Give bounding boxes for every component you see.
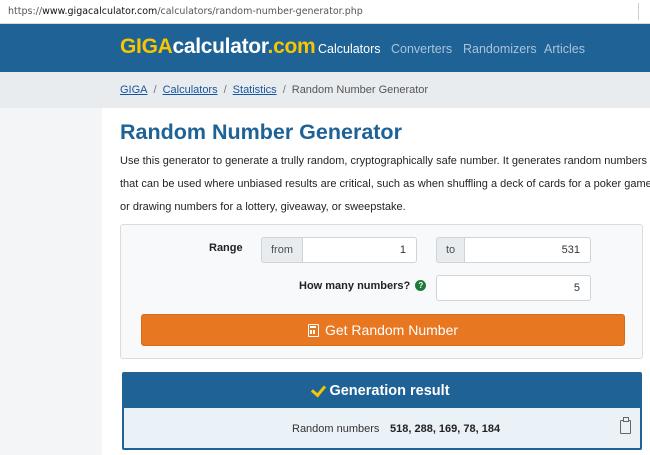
checkmark-icon [311, 381, 327, 397]
site-logo[interactable]: GIGAcalculator.com [120, 35, 316, 59]
question-circle-icon[interactable]: ? [415, 280, 427, 291]
left-sidebar-area [0, 108, 102, 455]
result-label: Random numbers [292, 423, 380, 435]
breadcrumb-separator: / [223, 84, 227, 96]
logo-tld: .com [267, 35, 316, 58]
nav-calculators[interactable]: Calculators [318, 42, 381, 56]
to-input[interactable]: 531 [464, 237, 591, 263]
logo-calculator: calculator [172, 35, 268, 58]
breadcrumb: GIGA / Calculators / Statistics / Random… [120, 84, 428, 96]
result-header: Generation result [124, 374, 640, 408]
url-path: /calculators/random-number-generator.php [157, 6, 363, 17]
page-title: Random Number Generator [120, 120, 402, 144]
calculator-icon [307, 323, 319, 337]
count-label-text: How many numbers? [299, 280, 411, 292]
clipboard-icon[interactable] [620, 417, 631, 434]
breadcrumb-current: Random Number Generator [291, 84, 429, 96]
count-input[interactable]: 5 [436, 275, 591, 301]
breadcrumb-separator: / [282, 84, 286, 96]
get-random-number-label: Get Random Number [324, 322, 459, 338]
range-label: Range [209, 242, 243, 254]
breadcrumb-calculators[interactable]: Calculators [163, 84, 218, 96]
site-header: GIGAcalculator.com Calculators Converter… [0, 24, 650, 72]
intro-text: Use this generator to generate a trully … [120, 155, 650, 213]
nav-articles[interactable]: Articles [544, 42, 585, 56]
url-host: www.gigacalculator.com [42, 6, 158, 17]
nav-randomizers[interactable]: Randomizers [463, 42, 537, 56]
from-input[interactable]: 1 [302, 237, 417, 263]
from-addon: from [261, 237, 303, 263]
breadcrumb-statistics[interactable]: Statistics [233, 84, 277, 96]
count-label: How many numbers? ? [299, 280, 427, 292]
address-bar-edge [638, 3, 650, 20]
url-prefix: https:// [8, 6, 43, 17]
result-panel: Generation result Random numbers 518, 28… [122, 372, 642, 450]
nav-converters[interactable]: Converters [391, 42, 452, 56]
logo-giga: GIGA [120, 35, 173, 58]
breadcrumb-separator: / [153, 84, 157, 96]
get-random-number-button[interactable]: Get Random Number [141, 314, 625, 346]
generator-form: Range from 1 to 531 How many numbers? ? … [120, 224, 643, 359]
breadcrumb-giga[interactable]: GIGA [120, 84, 148, 96]
address-bar[interactable]: https://www.gigacalculator.com/calculato… [0, 0, 650, 24]
to-addon: to [436, 237, 465, 263]
result-value: 518, 288, 169, 78, 184 [390, 423, 501, 435]
breadcrumb-bar: GIGA / Calculators / Statistics / Random… [0, 72, 650, 108]
result-heading: Generation result [329, 383, 450, 399]
